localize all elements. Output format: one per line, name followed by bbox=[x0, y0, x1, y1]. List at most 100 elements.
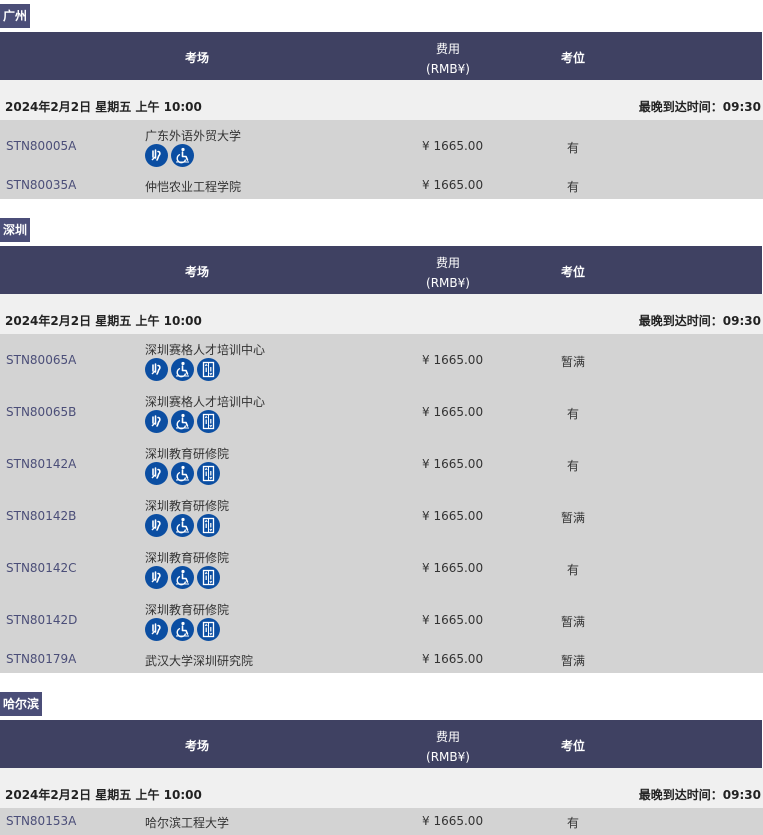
table-row[interactable]: STN80179A 武汉大学深圳研究院 ¥ 1665.00 暂满 bbox=[0, 646, 763, 673]
test-center-code[interactable]: STN80153A bbox=[6, 814, 76, 828]
elevator-icon bbox=[197, 462, 220, 485]
test-center-code[interactable]: STN80005A bbox=[6, 139, 76, 153]
venue-name: 深圳赛格人才培训中心 bbox=[145, 343, 266, 357]
header-fee: 费用 (RMB¥) bbox=[400, 39, 496, 79]
elevator-icon bbox=[197, 618, 220, 641]
seat-availability: 有 bbox=[566, 816, 579, 830]
venue-name: 深圳教育研修院 bbox=[145, 447, 230, 461]
wheelchair-icon bbox=[171, 618, 194, 641]
test-center-code[interactable]: STN80035A bbox=[6, 178, 76, 192]
seat-availability: 有 bbox=[566, 407, 579, 421]
exam-fee: ¥ 1665.00 bbox=[422, 353, 484, 367]
venue-list: STN80005A 广东外语外贸大学 ¥ 1665.00 有 STN80035A 仲恺农业… bbox=[0, 120, 763, 199]
seat-availability: 有 bbox=[566, 180, 579, 194]
header-fee-label: 费用 bbox=[435, 42, 460, 56]
header-seat: 考位 bbox=[560, 739, 585, 753]
venue-list: STN80153A 哈尔滨工程大学 ¥ 1665.00 有 bbox=[0, 808, 763, 835]
elevator-icon bbox=[197, 358, 220, 381]
venue-name: 哈尔滨工程大学 bbox=[145, 816, 230, 830]
test-center-code[interactable]: STN80142A bbox=[6, 457, 76, 471]
elevator-icon bbox=[197, 410, 220, 433]
accessibility-icons bbox=[145, 144, 197, 168]
venue-name: 深圳赛格人才培训中心 bbox=[145, 395, 266, 409]
hearing-icon bbox=[145, 410, 168, 433]
table-row[interactable]: STN80142C 深圳教育研修院 ¥ 1665.00 有 bbox=[0, 542, 763, 594]
table-row[interactable]: STN80153A 哈尔滨工程大学 ¥ 1665.00 有 bbox=[0, 808, 763, 835]
exam-fee: ¥ 1665.00 bbox=[422, 652, 484, 666]
latest-arrival-time: 最晚到达时间：09:30 bbox=[638, 314, 761, 328]
test-center-code[interactable]: STN80065A bbox=[6, 353, 76, 367]
header-fee-label: 费用 bbox=[435, 256, 460, 270]
accessibility-icons bbox=[145, 566, 223, 590]
wheelchair-icon bbox=[171, 462, 194, 485]
header-venue: 考场 bbox=[184, 265, 209, 279]
latest-arrival-time: 最晚到达时间：09:30 bbox=[638, 100, 761, 114]
test-center-code[interactable]: STN80142B bbox=[6, 509, 76, 523]
header-venue: 考场 bbox=[184, 739, 209, 753]
header-fee: 费用 (RMB¥) bbox=[400, 253, 496, 293]
hearing-icon bbox=[145, 566, 168, 589]
exam-fee: ¥ 1665.00 bbox=[422, 139, 484, 153]
hearing-icon bbox=[145, 144, 168, 167]
venue-name: 仲恺农业工程学院 bbox=[145, 180, 242, 194]
wheelchair-icon bbox=[171, 410, 194, 433]
test-center-code[interactable]: STN80142D bbox=[6, 613, 77, 627]
exam-fee: ¥ 1665.00 bbox=[422, 178, 484, 192]
test-center-code[interactable]: STN80142C bbox=[6, 561, 76, 575]
session-date: 2024年2月2日 星期五 上午 10:00 bbox=[5, 100, 202, 114]
hearing-icon bbox=[145, 514, 168, 537]
hearing-icon bbox=[145, 618, 168, 641]
city-name: 广州 bbox=[0, 4, 31, 28]
venue-name: 深圳教育研修院 bbox=[145, 499, 230, 513]
exam-fee: ¥ 1665.00 bbox=[422, 814, 484, 828]
test-center-code[interactable]: STN80179A bbox=[6, 652, 76, 666]
city-name: 深圳 bbox=[0, 218, 31, 242]
accessibility-icons bbox=[145, 462, 223, 486]
table-header: 考场 费用 (RMB¥) 考位 bbox=[0, 246, 762, 294]
seat-availability: 有 bbox=[566, 141, 579, 155]
table-row[interactable]: STN80065A 深圳赛格人才培训中心 ¥ 1665.00 暂满 bbox=[0, 334, 763, 386]
header-fee-currency: (RMB¥) bbox=[426, 276, 470, 290]
table-header: 考场 费用 (RMB¥) 考位 bbox=[0, 32, 762, 80]
table-row[interactable]: STN80065B 深圳赛格人才培训中心 ¥ 1665.00 有 bbox=[0, 386, 763, 438]
venue-name: 武汉大学深圳研究院 bbox=[145, 654, 254, 668]
header-venue: 考场 bbox=[184, 51, 209, 65]
table-row[interactable]: STN80142A 深圳教育研修院 ¥ 1665.00 有 bbox=[0, 438, 763, 490]
accessibility-icons bbox=[145, 410, 223, 434]
header-fee: 费用 (RMB¥) bbox=[400, 727, 496, 767]
venue-list: STN80065A 深圳赛格人才培训中心 ¥ 1665.00 暂满 STN80065B 深… bbox=[0, 334, 763, 673]
table-row[interactable]: STN80035A 仲恺农业工程学院 ¥ 1665.00 有 bbox=[0, 172, 763, 199]
wheelchair-icon bbox=[171, 144, 194, 167]
session-date-row: 2024年2月2日 星期五 上午 10:00 最晚到达时间：09:30 bbox=[0, 80, 763, 120]
table-row[interactable]: STN80142D 深圳教育研修院 ¥ 1665.00 暂满 bbox=[0, 594, 763, 646]
seat-availability: 暂满 bbox=[560, 615, 585, 629]
wheelchair-icon bbox=[171, 514, 194, 537]
header-fee-label: 费用 bbox=[435, 730, 460, 744]
venue-name: 广东外语外贸大学 bbox=[145, 129, 242, 143]
exam-fee: ¥ 1665.00 bbox=[422, 561, 484, 575]
exam-fee: ¥ 1665.00 bbox=[422, 509, 484, 523]
table-row[interactable]: STN80142B 深圳教育研修院 ¥ 1665.00 暂满 bbox=[0, 490, 763, 542]
city-name: 哈尔滨 bbox=[0, 692, 43, 716]
header-seat: 考位 bbox=[560, 265, 585, 279]
accessibility-icons bbox=[145, 358, 223, 382]
venue-name: 深圳教育研修院 bbox=[145, 551, 230, 565]
table-row[interactable]: STN80005A 广东外语外贸大学 ¥ 1665.00 有 bbox=[0, 120, 763, 172]
exam-fee: ¥ 1665.00 bbox=[422, 613, 484, 627]
seat-availability: 暂满 bbox=[560, 355, 585, 369]
hearing-icon bbox=[145, 358, 168, 381]
header-seat: 考位 bbox=[560, 51, 585, 65]
table-header: 考场 费用 (RMB¥) 考位 bbox=[0, 720, 762, 768]
session-date-row: 2024年2月2日 星期五 上午 10:00 最晚到达时间：09:30 bbox=[0, 294, 763, 334]
seat-availability: 暂满 bbox=[560, 654, 585, 668]
session-date: 2024年2月2日 星期五 上午 10:00 bbox=[5, 314, 202, 328]
hearing-icon bbox=[145, 462, 168, 485]
session-date: 2024年2月2日 星期五 上午 10:00 bbox=[5, 788, 202, 802]
seat-availability: 有 bbox=[566, 563, 579, 577]
elevator-icon bbox=[197, 566, 220, 589]
test-center-code[interactable]: STN80065B bbox=[6, 405, 76, 419]
header-fee-currency: (RMB¥) bbox=[426, 62, 470, 76]
elevator-icon bbox=[197, 514, 220, 537]
exam-fee: ¥ 1665.00 bbox=[422, 457, 484, 471]
seat-availability: 暂满 bbox=[560, 511, 585, 525]
